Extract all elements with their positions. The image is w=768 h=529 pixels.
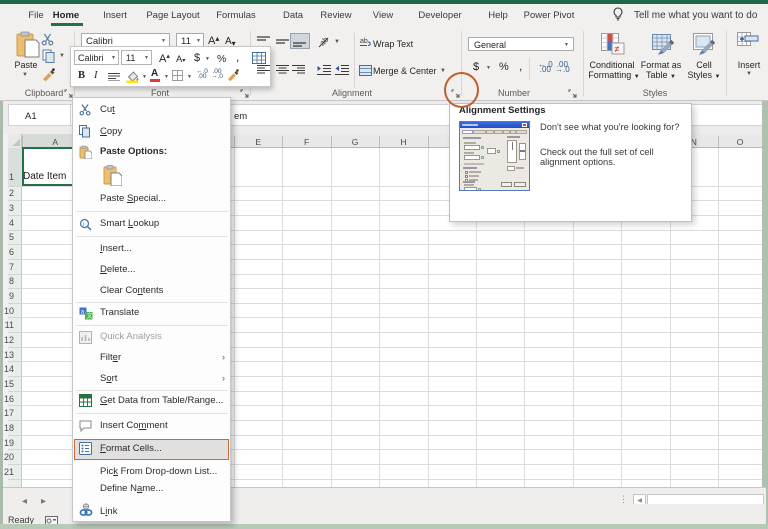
svg-text:ab: ab — [360, 38, 368, 45]
svg-text:文: 文 — [87, 312, 93, 320]
svg-text:i: i — [83, 222, 84, 228]
svg-text:≠: ≠ — [615, 44, 620, 54]
